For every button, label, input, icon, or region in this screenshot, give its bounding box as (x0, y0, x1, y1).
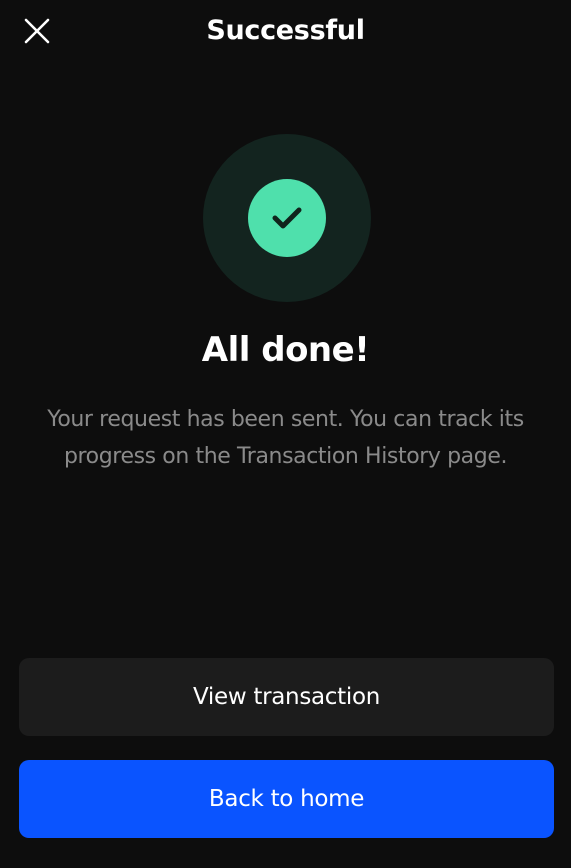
success-title: All done! (201, 330, 370, 370)
header: Successful (0, 0, 571, 68)
page-title: Successful (206, 15, 365, 46)
back-to-home-button[interactable]: Back to home (19, 760, 554, 838)
success-indicator (248, 179, 326, 257)
checkmark-icon (272, 207, 302, 229)
view-transaction-button[interactable]: View transaction (19, 658, 554, 736)
success-badge (203, 134, 371, 302)
success-message: Your request has been sent. You can trac… (47, 407, 524, 469)
